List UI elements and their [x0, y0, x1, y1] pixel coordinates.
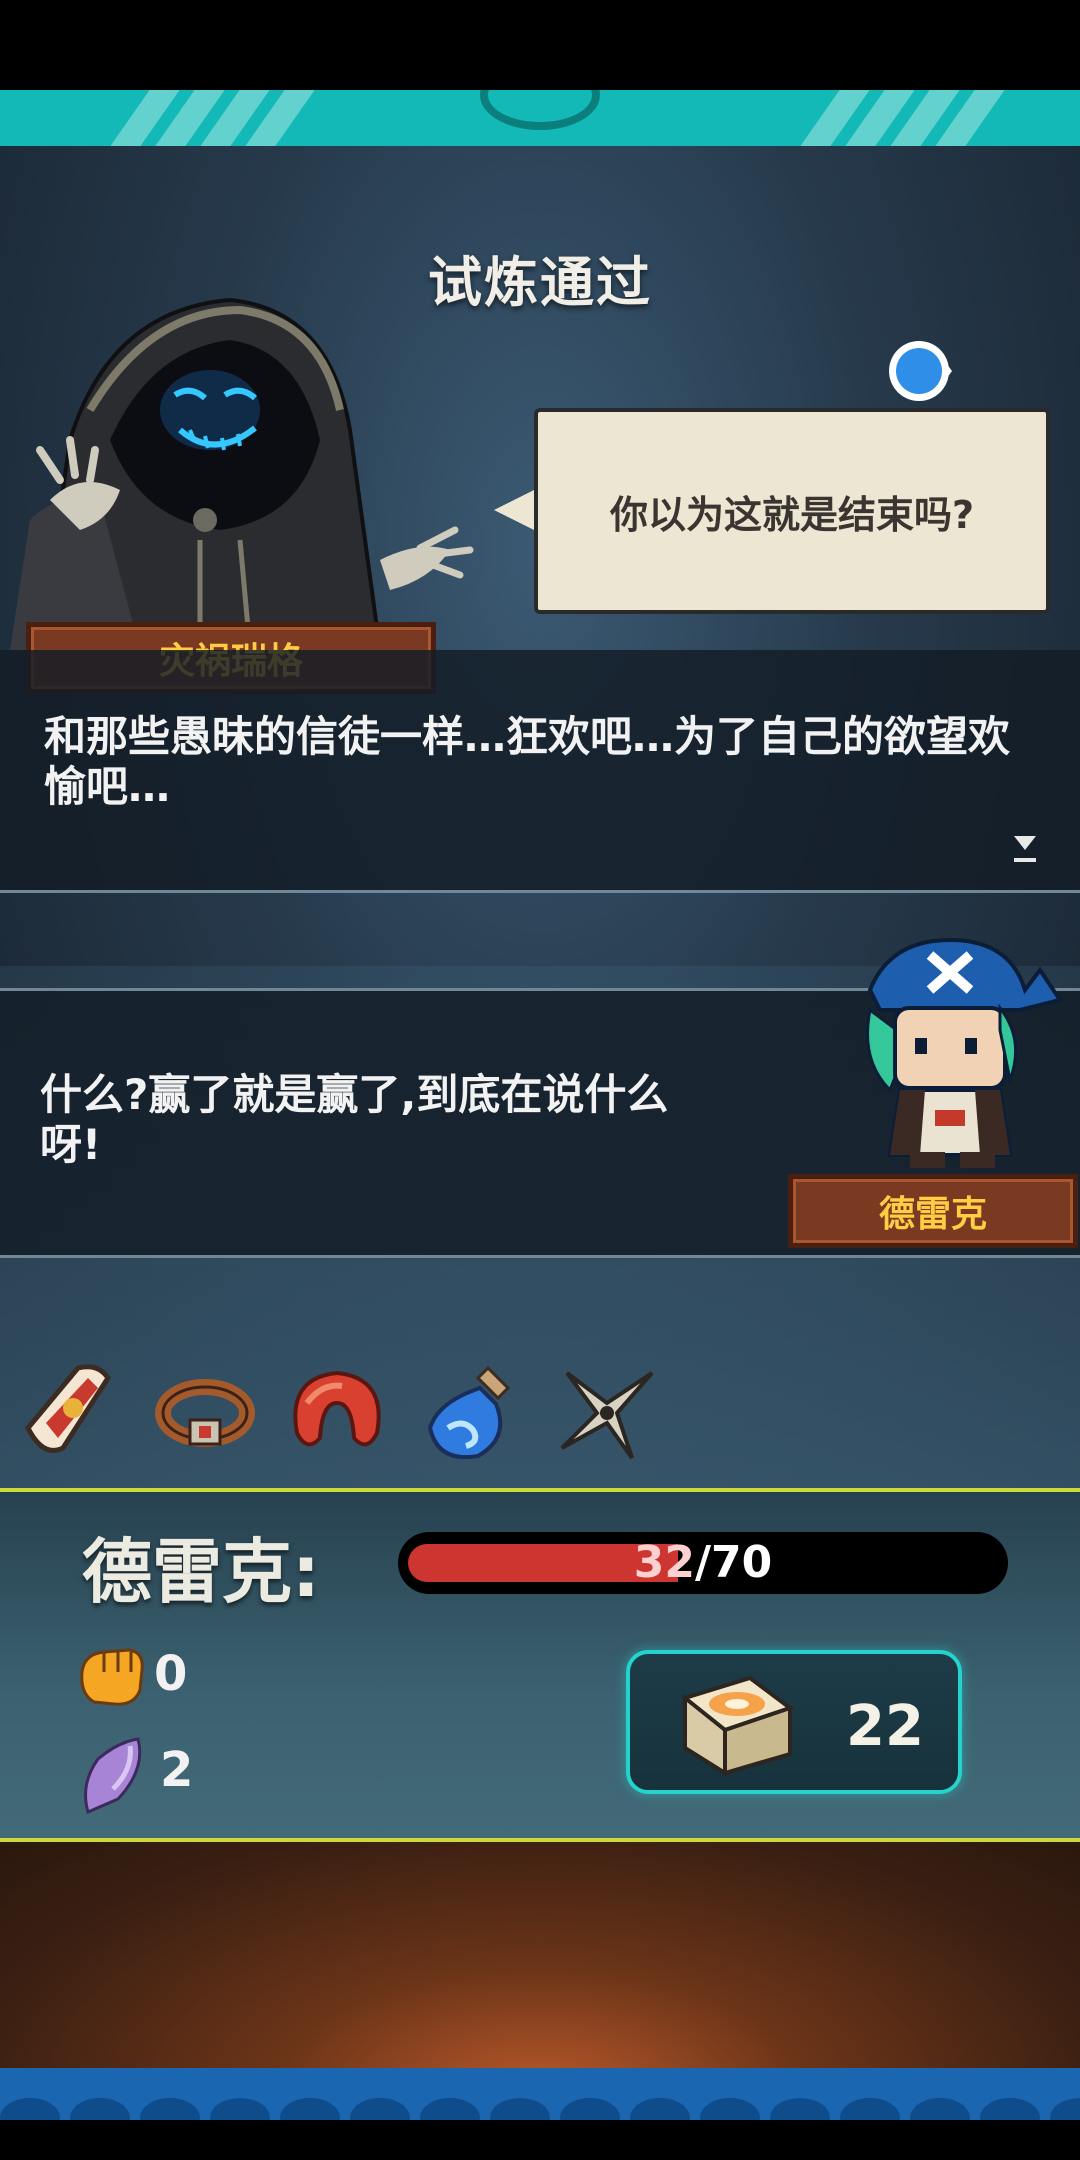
attack-value: 0 — [154, 1646, 188, 1702]
hp-max: /70 — [694, 1537, 773, 1588]
dialog-text-villain: 和那些愚昧的信徒一样…狂欢吧…为了自己的欲望欢愉吧… — [44, 712, 1011, 811]
stats-hero-name: 德雷克: — [82, 1531, 320, 1613]
hp-bar: 32/70 — [398, 1532, 1008, 1594]
red-cushion-icon[interactable] — [282, 1358, 392, 1468]
navigation-bar — [0, 2120, 1080, 2160]
top-banner — [0, 90, 1080, 146]
shield-icon — [84, 1737, 142, 1814]
belt-icon[interactable] — [150, 1358, 260, 1468]
deck-count: 22 — [846, 1694, 924, 1759]
bottom-water — [0, 2068, 1080, 2120]
status-bar — [0, 0, 1080, 90]
shield-value: 2 — [160, 1742, 194, 1798]
blue-potion-icon[interactable] — [418, 1358, 528, 1468]
villain-portrait — [10, 297, 474, 650]
speech-text: 你以为这就是结束吗? — [609, 492, 975, 537]
shuriken-icon[interactable] — [552, 1358, 662, 1468]
voice-play-icon[interactable] — [886, 336, 956, 406]
fist-icon — [80, 1648, 144, 1706]
hp-current: 32 — [633, 1537, 695, 1588]
banner-emblem-icon — [480, 90, 600, 130]
scroll-gauntlet-icon[interactable] — [18, 1358, 128, 1468]
hp-text: 32/70 — [398, 1532, 1008, 1594]
card-deck-icon[interactable] — [670, 1668, 800, 1780]
continue-arrow-icon[interactable] — [1012, 828, 1038, 864]
dialog-text-hero: 什么?赢了就是赢了,到底在说什么呀! — [40, 1070, 669, 1169]
speech-bubble-tail — [494, 488, 538, 532]
speech-bubble: 你以为这就是结束吗? — [534, 408, 1050, 614]
bottom-ground — [0, 1842, 1080, 2068]
hero-name-plate: 德雷克 — [788, 1174, 1078, 1248]
hero-portrait — [866, 937, 1064, 1168]
